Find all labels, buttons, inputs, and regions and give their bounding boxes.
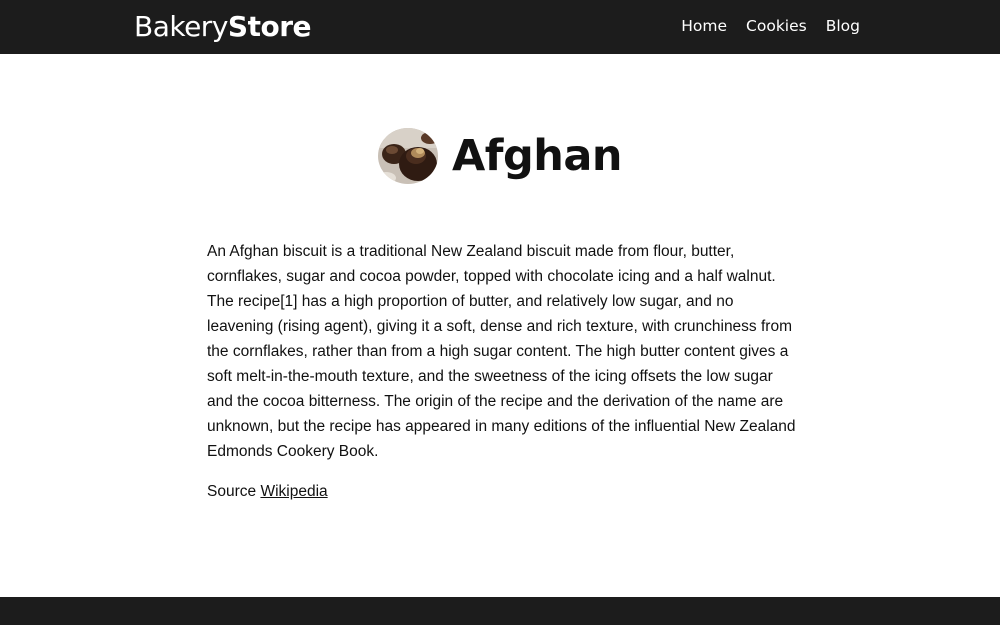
cookie-description: An Afghan biscuit is a traditional New Z… [207, 243, 796, 460]
nav-link-cookies[interactable]: Cookies [746, 15, 807, 37]
footer [0, 597, 1000, 625]
nav-link-blog[interactable]: Blog [826, 15, 860, 37]
cookie-hero: Afghan [0, 127, 1000, 185]
source-line: Source Wikipedia [207, 479, 797, 504]
page-title: Afghan [451, 131, 623, 181]
brand-logo-link[interactable]: BakeryStore [134, 9, 312, 45]
navbar: BakeryStore Home Cookies Blog [0, 0, 1000, 54]
source-link-wikipedia[interactable]: Wikipedia [260, 483, 327, 500]
cookie-content: An Afghan biscuit is a traditional New Z… [207, 239, 797, 504]
cookie-image [377, 128, 438, 184]
main-nav: Home Cookies Blog [681, 15, 860, 37]
nav-link-home[interactable]: Home [681, 15, 727, 37]
afghan-cookie-photo [377, 128, 438, 184]
brand-name-light: Bakery [134, 10, 228, 43]
source-label: Source [207, 483, 257, 500]
brand-name-bold: Store [227, 10, 312, 43]
